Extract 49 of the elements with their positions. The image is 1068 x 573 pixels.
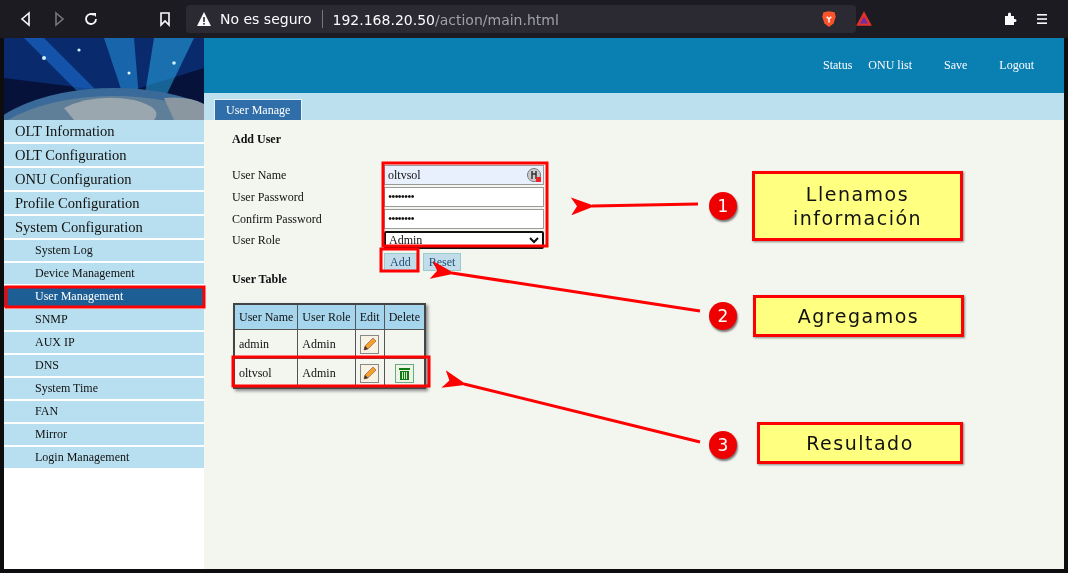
add-button[interactable]: Add: [384, 253, 417, 271]
warning-icon: [196, 11, 212, 27]
field-label: Confirm Password: [232, 211, 323, 227]
sidebar-subitem[interactable]: DNS: [4, 355, 204, 376]
triangle-icon[interactable]: [855, 10, 873, 28]
reload-icon[interactable]: [83, 11, 99, 27]
sidebar-item[interactable]: Profile Configuration: [4, 192, 204, 214]
sidebar-item[interactable]: OLT Information: [4, 120, 204, 142]
sidebar-subitem[interactable]: Mirror: [4, 424, 204, 445]
nav-link[interactable]: ONU list: [868, 58, 912, 73]
caret-icon: [529, 236, 539, 244]
url-text[interactable]: 192.168.20.50/action/main.html: [332, 9, 559, 29]
callout-box: Agregamos: [753, 295, 964, 337]
sidebar-item[interactable]: ONU Configuration: [4, 168, 204, 190]
nav-link[interactable]: Save: [944, 58, 968, 73]
nav-link[interactable]: Logout: [999, 58, 1034, 73]
tab[interactable]: User Manage: [214, 99, 303, 120]
callout-box: Llenamos información: [752, 171, 963, 241]
field-label: User Role: [232, 232, 282, 248]
security-label[interactable]: No es seguro: [220, 11, 312, 27]
sidebar-subitem[interactable]: FAN: [4, 401, 204, 422]
pencil-icon[interactable]: [360, 334, 380, 354]
extensions-icon[interactable]: [1002, 11, 1018, 27]
sidebar-subitem[interactable]: Device Management: [4, 263, 204, 284]
sidebar-subitem[interactable]: System Log: [4, 240, 204, 261]
username-field[interactable]: oltvsol: [384, 165, 544, 185]
pencil-icon[interactable]: [360, 363, 380, 383]
field-label: User Name: [232, 167, 288, 183]
sidebar-subitem[interactable]: SNMP: [4, 309, 204, 330]
menu-icon[interactable]: [1034, 11, 1050, 27]
column-header: User Role: [297, 304, 356, 330]
section-title: Add User: [232, 132, 281, 147]
password-field[interactable]: ••••••••: [384, 187, 544, 207]
sidebar-subitem[interactable]: Login Management: [4, 447, 204, 468]
column-header: User Name: [234, 304, 298, 330]
section-title: User Table: [232, 272, 287, 287]
trash-icon[interactable]: [394, 363, 414, 383]
shield-icon[interactable]: [820, 10, 838, 28]
column-header: Edit: [355, 304, 385, 330]
sidebar-subitem[interactable]: System Time: [4, 378, 204, 399]
sidebar-item[interactable]: System Configuration: [4, 216, 204, 238]
callout-box: Resultado: [757, 422, 963, 464]
nav-link[interactable]: Status: [823, 58, 853, 73]
column-header: Delete: [384, 304, 425, 330]
password-field[interactable]: ••••••••: [384, 209, 544, 229]
sidebar-item[interactable]: OLT Configuration: [4, 144, 204, 166]
bookmark-icon[interactable]: [157, 11, 173, 27]
sidebar-subitem[interactable]: AUX IP: [4, 332, 204, 353]
field-label: User Password: [232, 189, 305, 205]
